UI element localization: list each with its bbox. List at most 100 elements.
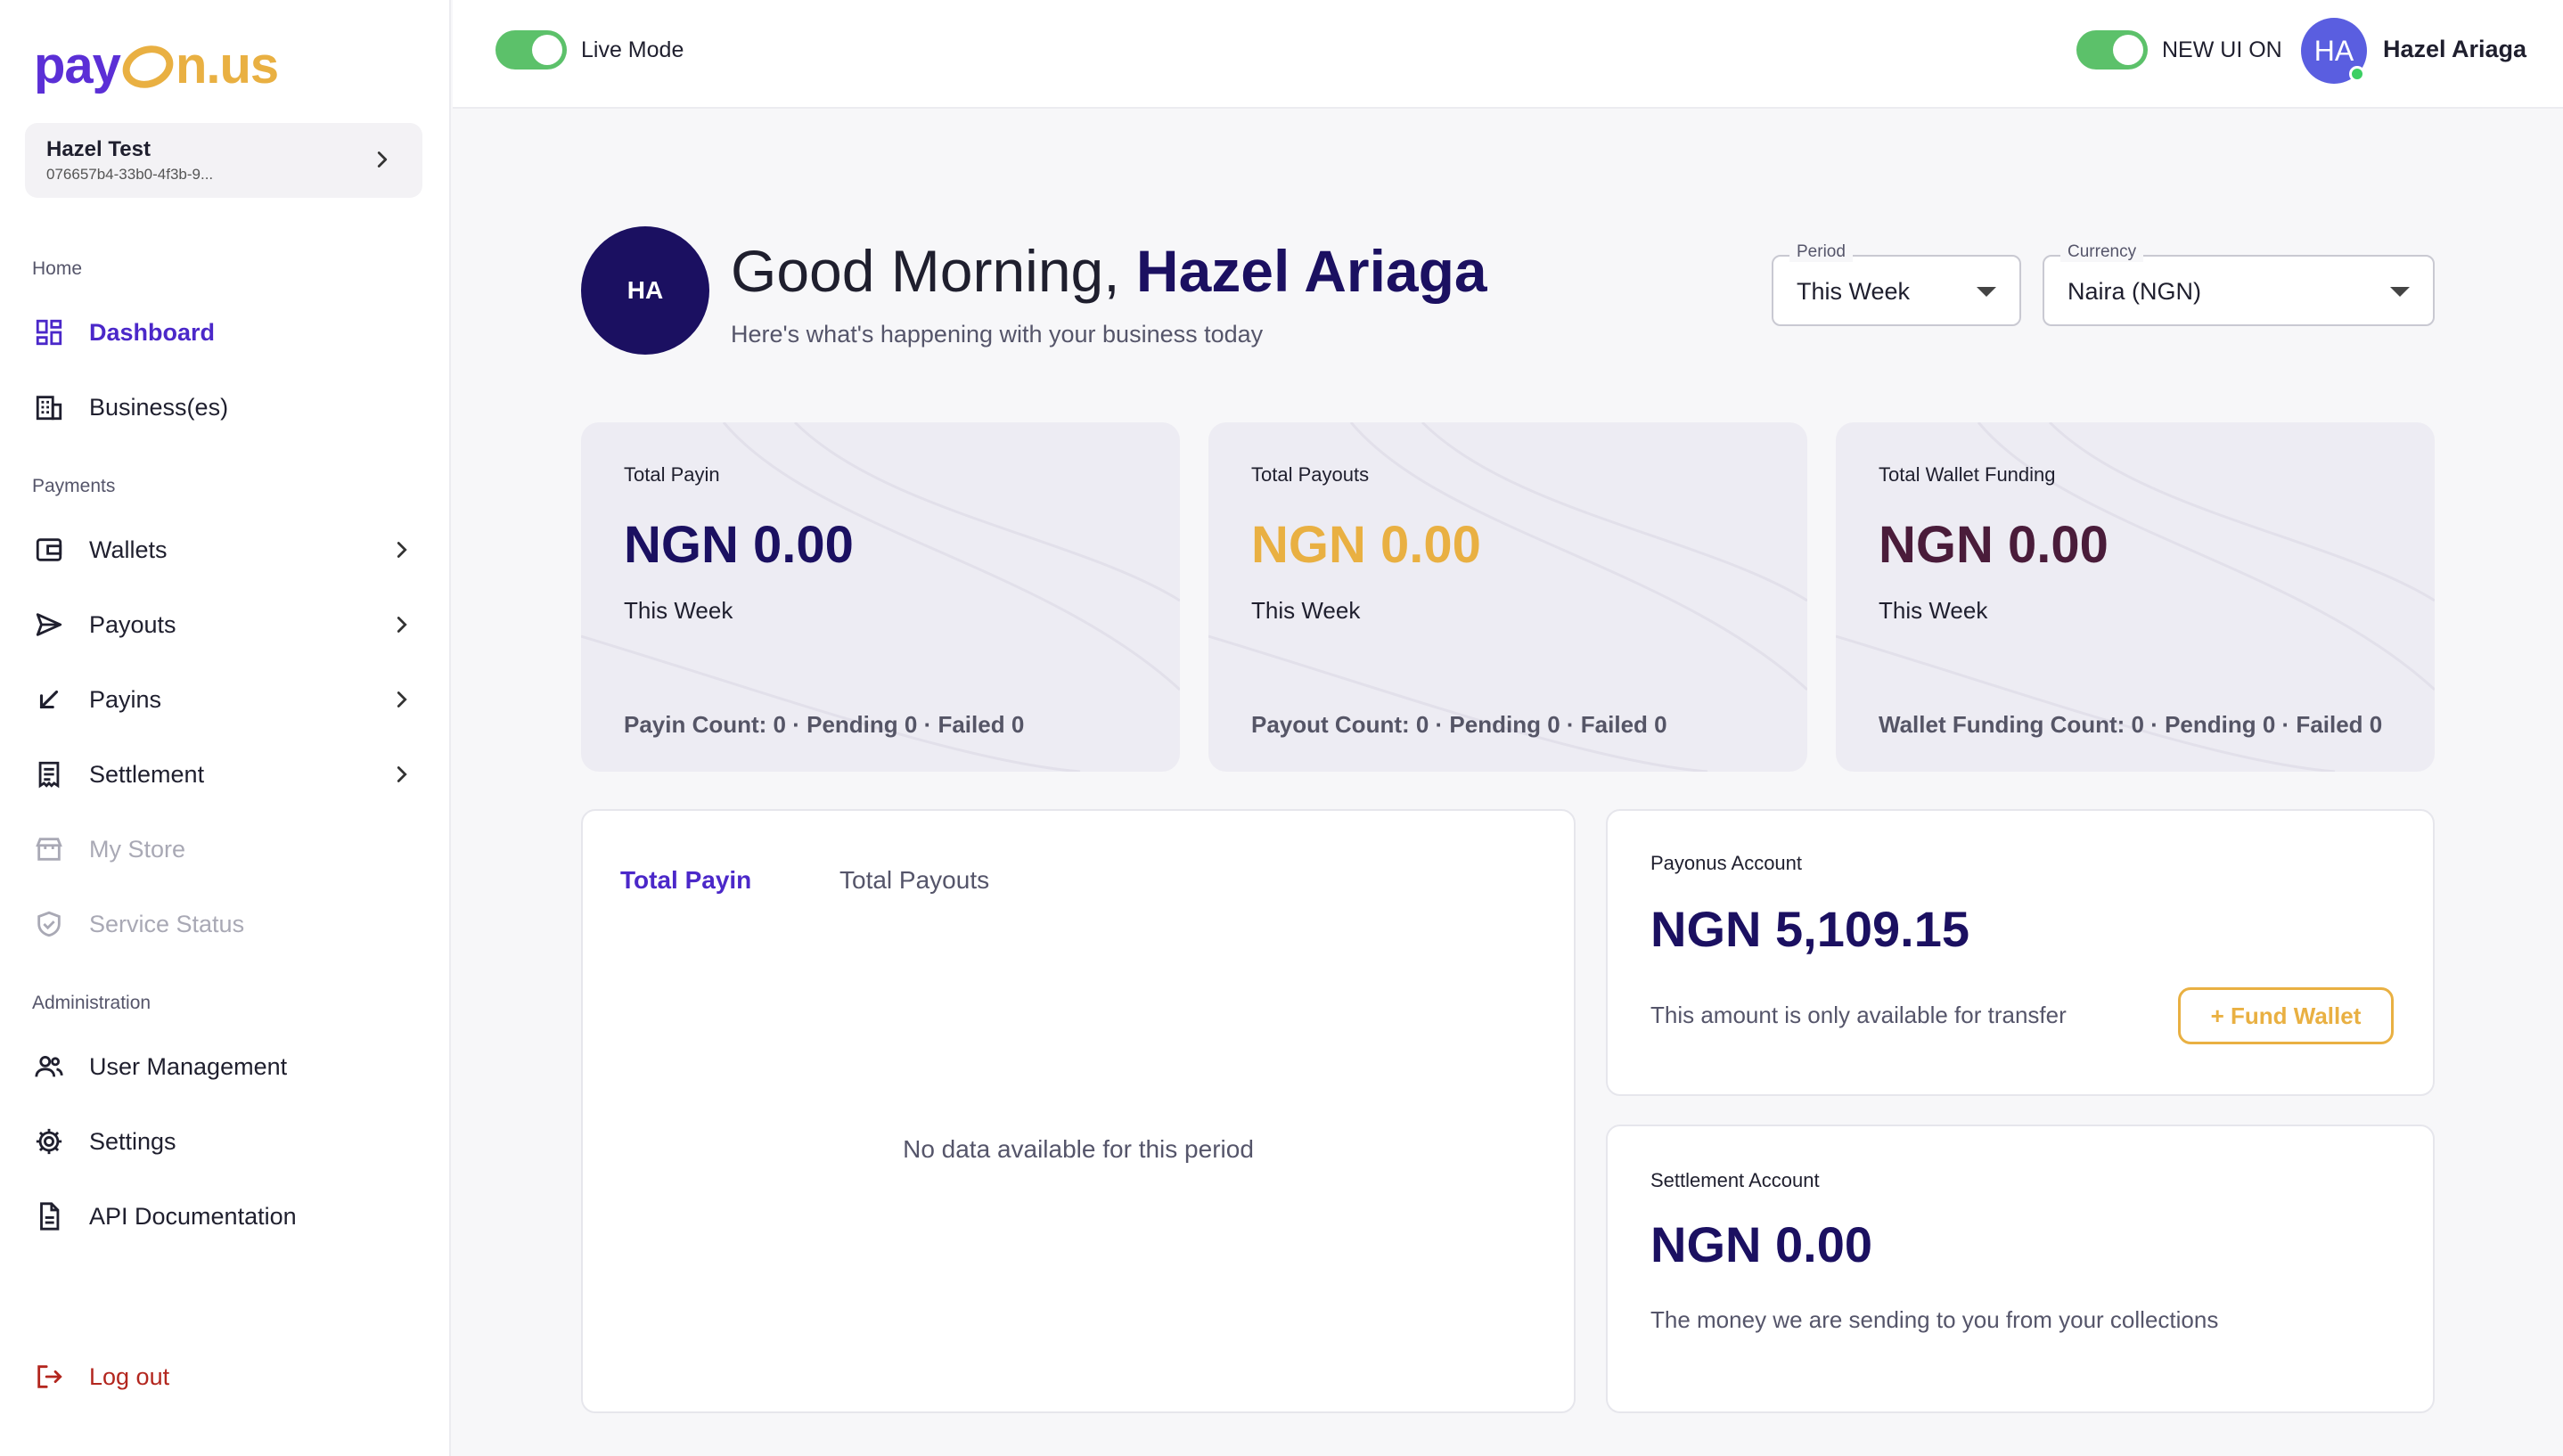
sidebar-item-label: Wallets	[89, 536, 168, 563]
stat-title: Total Wallet Funding	[1879, 463, 2056, 486]
document-icon	[32, 1199, 66, 1233]
sidebar-item-businesses[interactable]: Business(es)	[32, 385, 415, 429]
stat-amount: NGN 0.00	[1879, 516, 2109, 574]
currency-select[interactable]: Currency Naira (NGN)	[2043, 242, 2435, 326]
sidebar-item-label: Log out	[89, 1362, 170, 1390]
stat-period: This Week	[624, 597, 733, 624]
stat-card-total-wallet-funding: Total Wallet Funding NGN 0.00 This Week …	[1836, 422, 2435, 772]
section-label-administration: Administration	[32, 993, 151, 1013]
empty-state-message: No data available for this period	[903, 1135, 1254, 1163]
greeting-prefix: Good Morning,	[731, 238, 1136, 304]
live-mode-label: Live Mode	[581, 37, 684, 62]
sidebar-item-api-documentation[interactable]: API Documentation	[32, 1194, 415, 1239]
sidebar-item-payouts[interactable]: Payouts	[32, 602, 415, 647]
sidebar-item-label: Dashboard	[89, 318, 216, 346]
stat-footer: Payout Count: 0 · Pending 0 · Failed 0	[1251, 711, 1667, 738]
chevron-right-icon	[377, 151, 388, 168]
account-amount: NGN 5,109.15	[1650, 901, 1969, 957]
account-title: Payonus Account	[1650, 852, 1803, 874]
avatar-initials: HA	[626, 276, 664, 304]
send-icon	[32, 608, 66, 642]
stat-period: This Week	[1879, 597, 1988, 624]
stat-amount: NGN 0.00	[624, 516, 854, 574]
chart-panel: Total Payin Total Payouts No data availa…	[581, 809, 1576, 1413]
new-ui-toggle[interactable]	[2076, 30, 2148, 70]
chevron-right-icon	[397, 691, 407, 708]
greeting-name: Hazel Ariaga	[1135, 238, 1487, 304]
sidebar-item-label: API Documentation	[89, 1202, 297, 1230]
payonus-logo[interactable]: pay n.us	[34, 34, 279, 96]
logo-text-right: n.us	[175, 36, 279, 94]
section-label-home: Home	[32, 258, 83, 279]
business-switcher[interactable]: Hazel Test 076657b4-33b0-4f3b-9...	[25, 123, 422, 198]
sidebar-item-label: Settings	[89, 1127, 176, 1155]
account-note: The money we are sending to you from you…	[1650, 1306, 2219, 1333]
stat-card-total-payin: Total Payin NGN 0.00 This Week Payin Cou…	[581, 422, 1180, 772]
avatar-initials: HA	[2313, 34, 2354, 67]
sidebar-item-label: User Management	[89, 1052, 288, 1080]
shield-check-icon	[32, 907, 66, 941]
gear-icon	[32, 1125, 66, 1158]
stat-title: Total Payouts	[1251, 463, 1370, 486]
sidebar-item-label: Payouts	[89, 610, 176, 638]
stat-amount: NGN 0.00	[1251, 516, 1481, 574]
sidebar-item-label: Service Status	[89, 910, 245, 937]
sidebar-item-settings[interactable]: Settings	[32, 1119, 415, 1164]
tab-total-payouts[interactable]: Total Payouts	[839, 866, 989, 895]
sidebar-item-dashboard[interactable]: Dashboard	[32, 310, 415, 355]
sidebar-item-settlement[interactable]: Settlement	[32, 752, 415, 797]
currency-label: Currency	[2060, 242, 2144, 262]
receipt-icon	[32, 757, 66, 791]
caret-down-icon	[2390, 287, 2410, 297]
account-title: Settlement Account	[1650, 1169, 1820, 1191]
sidebar-item-logout[interactable]: Log out	[32, 1354, 415, 1399]
sidebar-item-label: Settlement	[89, 760, 205, 788]
logout-icon	[32, 1360, 66, 1394]
greeting-subtitle: Here's what's happening with your busine…	[731, 321, 1264, 348]
stat-period: This Week	[1251, 597, 1361, 624]
greeting-heading: Good Morning, Hazel Ariaga	[731, 237, 1487, 305]
user-avatar[interactable]: HA	[2301, 18, 2367, 84]
user-name[interactable]: Hazel Ariaga	[2383, 36, 2526, 63]
section-label-payments: Payments	[32, 476, 116, 496]
stat-card-total-payouts: Total Payouts NGN 0.00 This Week Payout …	[1208, 422, 1807, 772]
stat-footer: Wallet Funding Count: 0 · Pending 0 · Fa…	[1879, 711, 2383, 738]
chevron-right-icon	[397, 542, 407, 558]
sidebar-item-wallets[interactable]: Wallets	[32, 528, 415, 572]
settlement-account-card: Settlement Account NGN 0.00 The money we…	[1606, 1125, 2435, 1413]
currency-value: Naira (NGN)	[2068, 278, 2202, 305]
fund-wallet-button[interactable]: + Fund Wallet	[2178, 987, 2394, 1044]
logo-text-left: pay	[34, 36, 121, 94]
business-id: 076657b4-33b0-4f3b-9...	[46, 166, 214, 183]
sidebar: pay n.us Hazel Test 076657b4-33b0-4f3b-9…	[0, 0, 451, 1456]
wallet-icon	[32, 533, 66, 567]
live-mode-toggle[interactable]	[495, 30, 567, 70]
dashboard-icon	[32, 315, 66, 349]
building-icon	[32, 390, 66, 424]
sidebar-item-label: Business(es)	[89, 393, 229, 421]
online-status-dot	[2349, 66, 2365, 82]
chevron-right-icon	[397, 617, 407, 633]
stat-title: Total Payin	[624, 463, 720, 486]
sidebar-item-service-status[interactable]: Service Status	[32, 902, 415, 946]
sidebar-item-label: My Store	[89, 835, 186, 863]
business-name: Hazel Test	[46, 137, 151, 161]
sidebar-item-user-management[interactable]: User Management	[32, 1044, 415, 1089]
sidebar-item-my-store[interactable]: My Store	[32, 827, 415, 871]
payonus-account-card: Payonus Account NGN 5,109.15 This amount…	[1606, 809, 2435, 1096]
period-value: This Week	[1797, 278, 1911, 305]
new-ui-label: NEW UI ON	[2162, 37, 2282, 62]
greeting-avatar: HA	[581, 226, 709, 355]
period-select[interactable]: Period This Week	[1772, 242, 2021, 326]
sidebar-item-payins[interactable]: Payins	[32, 677, 415, 722]
period-label: Period	[1789, 242, 1853, 262]
caret-down-icon	[1977, 287, 1996, 297]
store-icon	[32, 832, 66, 866]
tab-total-payin[interactable]: Total Payin	[620, 866, 751, 895]
stat-footer: Payin Count: 0 · Pending 0 · Failed 0	[624, 711, 1025, 738]
arrow-down-left-icon	[32, 683, 66, 716]
users-icon	[32, 1050, 66, 1084]
top-bar: Live Mode NEW UI ON HA Hazel Ariaga	[453, 0, 2563, 109]
logo-ring-icon	[116, 38, 180, 95]
account-amount: NGN 0.00	[1650, 1216, 1872, 1272]
